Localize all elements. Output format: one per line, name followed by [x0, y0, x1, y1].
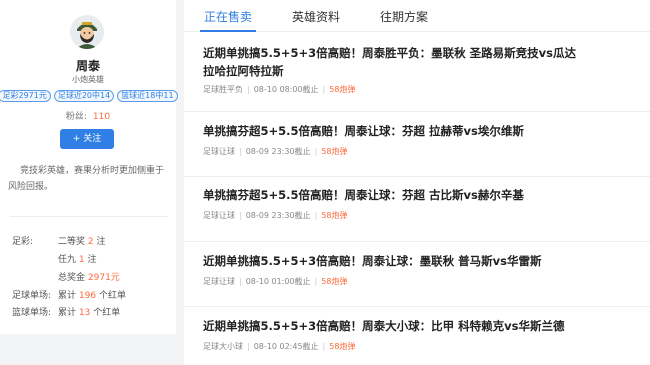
stat-football-single: 足球单场: 累计 196 个红单: [12, 291, 126, 301]
article-meta: 足球大小球 | 08-10 02:45截止 | 58炮弹: [203, 342, 356, 351]
stat-zucai-ren9: 任九 1 注: [58, 255, 97, 265]
article-meta: 足球让球 | 08-10 01:00截止 | 58炮弹: [203, 277, 348, 286]
article-category: 足球让球: [203, 147, 235, 156]
fans-row: 粉丝: 110: [0, 109, 176, 122]
list-item[interactable]: 单挑搞芬超5+5.5倍高赔！周泰让球：芬超 拉赫蒂vs埃尔维斯 足球让球 | 08-…: [184, 112, 650, 177]
list-item[interactable]: 近期单挑搞5.5+5+3倍高赔！周泰胜平负：墨联秋 圣路易斯竞技vs瓜达拉哈拉阿…: [184, 38, 650, 112]
article-price: 58炮弹: [329, 85, 356, 94]
profile-panel: 周泰 小炮英雄 足彩2971元 足球近20中14 篮球近18中11 粉丝: 110…: [0, 0, 178, 334]
avatar[interactable]: [70, 15, 104, 49]
stat-basketball-single: 篮球单场: 累计 13 个红单: [12, 308, 121, 318]
article-category: 足球让球: [203, 211, 235, 220]
avatar-image: [70, 15, 104, 49]
article-category: 足球胜平负: [203, 85, 243, 94]
profile-description: 竞技彩英雄，赛果分析时更加侧重于风险回报。: [8, 166, 165, 192]
badge-zucai: 足彩2971元: [0, 90, 51, 102]
badge-football: 足球近20中14: [53, 90, 115, 102]
follow-button[interactable]: + 关注: [60, 129, 114, 149]
article-category: 足球让球: [203, 277, 235, 286]
article-deadline: 08-10 02:45截止: [253, 342, 319, 351]
divider: [10, 216, 168, 217]
content-panel: 正在售卖 英雄资料 往期方案 近期单挑搞5.5+5+3倍高赔！周泰胜平负：墨联秋…: [184, 0, 650, 365]
article-price: 58炮弹: [321, 211, 348, 220]
profile-name: 周泰: [75, 59, 100, 73]
article-title[interactable]: 单挑搞芬超5+5.5倍高赔！周泰让球：芬超 拉赫蒂vs埃尔维斯: [203, 122, 583, 140]
article-price: 58炮弹: [321, 277, 348, 286]
list-item[interactable]: 近期单挑搞5.5+5+3倍高赔！周泰大小球：比甲 科特赖克vs华斯兰德 足球大小…: [184, 307, 650, 365]
article-deadline: 08-10 08:00截止: [253, 85, 319, 94]
list-item[interactable]: 近期单挑搞5.5+5+3倍高赔！周泰让球：墨联秋 普马斯vs华雷斯 足球让球 | 0…: [184, 242, 650, 307]
article-meta: 足球让球 | 08-09 23:30截止 | 58炮弹: [203, 147, 348, 156]
article-meta: 足球让球 | 08-09 23:30截止 | 58炮弹: [203, 211, 348, 220]
article-title[interactable]: 单挑搞芬超5+5.5倍高赔！周泰让球：芬超 古比斯vs赫尔辛基: [203, 186, 583, 204]
active-tab-indicator: [200, 30, 256, 32]
article-deadline: 08-09 23:30截止: [245, 147, 311, 156]
article-title[interactable]: 近期单挑搞5.5+5+3倍高赔！周泰让球：墨联秋 普马斯vs华雷斯: [203, 252, 583, 270]
stat-zucai-prize2: 足彩: 二等奖 2 注: [12, 234, 106, 247]
badge-basketball: 篮球近18中11: [117, 90, 178, 102]
badge-row: 足彩2971元 足球近20中14 篮球近18中11: [0, 90, 178, 102]
profile-title: 小炮英雄: [72, 75, 104, 84]
stat-label-zucai: 足彩:: [12, 237, 34, 247]
list-item[interactable]: 单挑搞芬超5+5.5倍高赔！周泰让球：芬超 古比斯vs赫尔辛基 足球让球 | 08-…: [184, 177, 650, 242]
stat-zucai-total: 总奖金 2971元: [58, 273, 120, 283]
article-deadline: 08-09 23:30截止: [245, 211, 311, 220]
fans-count: 110: [92, 112, 111, 122]
article-title[interactable]: 近期单挑搞5.5+5+3倍高赔！周泰胜平负：墨联秋 圣路易斯竞技vs瓜达拉哈拉阿…: [203, 44, 583, 80]
article-deadline: 08-10 01:00截止: [245, 277, 311, 286]
article-category: 足球大小球: [203, 342, 243, 351]
article-meta: 足球胜平负 | 08-10 08:00截止 | 58炮弹: [203, 85, 356, 94]
article-price: 58炮弹: [329, 342, 356, 351]
tab-past-plans[interactable]: 往期方案: [380, 8, 428, 25]
tab-on-sale[interactable]: 正在售卖: [204, 8, 252, 25]
tab-bar: 正在售卖 英雄资料 往期方案: [184, 0, 650, 32]
article-title[interactable]: 近期单挑搞5.5+5+3倍高赔！周泰大小球：比甲 科特赖克vs华斯兰德: [203, 317, 583, 335]
tab-hero-profile[interactable]: 英雄资料: [292, 8, 340, 25]
article-price: 58炮弹: [321, 147, 348, 156]
fans-label: 粉丝:: [65, 112, 87, 122]
